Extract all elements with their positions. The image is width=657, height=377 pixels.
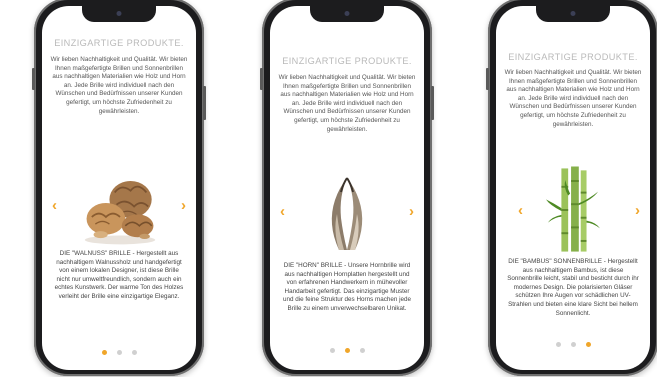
carousel-dot-2[interactable] xyxy=(570,342,576,347)
chevron-left-icon[interactable]: ‹ xyxy=(280,204,285,219)
camera-icon xyxy=(570,11,576,16)
horn-image xyxy=(331,177,363,250)
camera-icon xyxy=(344,11,350,16)
carousel-dot-1[interactable] xyxy=(555,342,561,347)
power-button xyxy=(203,86,206,120)
section-title: EINZIGARTIGE PRODUKTE. xyxy=(54,38,184,48)
phone-screen: EINZIGARTIGE PRODUKTE. Wir lieben Nachha… xyxy=(270,6,424,370)
chevron-left-icon[interactable]: ‹ xyxy=(52,198,57,213)
chevron-right-icon[interactable]: › xyxy=(181,198,186,213)
phone-mockup-horn: EINZIGARTIGE PRODUKTE. Wir lieben Nachha… xyxy=(260,0,434,376)
chevron-right-icon[interactable]: › xyxy=(635,203,640,218)
section-description: Wir lieben Nachhaltigkeit und Qualität. … xyxy=(504,69,642,128)
section-title: EINZIGARTIGE PRODUKTE. xyxy=(508,52,638,62)
phone-notch xyxy=(82,6,156,22)
carousel-dots xyxy=(42,342,196,360)
power-button xyxy=(431,86,434,120)
walnut-image xyxy=(84,180,156,245)
volume-button xyxy=(260,68,263,90)
chevron-right-icon[interactable]: › xyxy=(409,204,414,219)
carousel-dots xyxy=(496,334,650,352)
phone-screen: EINZIGARTIGE PRODUKTE. Wir lieben Nachha… xyxy=(496,6,650,370)
phone-mockup-walnuss: EINZIGARTIGE PRODUKTE. Wir lieben Nachha… xyxy=(32,0,206,376)
carousel-dot-3[interactable] xyxy=(359,348,365,353)
product-caption: DIE "WALNUSS" BRILLE - Hergestellt aus n… xyxy=(54,250,184,300)
carousel-dot-3[interactable] xyxy=(131,350,137,355)
product-caption: DIE "HORN" BRILLE - Unsere Hornbrille wi… xyxy=(282,262,412,312)
carousel-dot-2[interactable] xyxy=(116,350,122,355)
carousel-dot-2[interactable] xyxy=(344,348,350,353)
volume-button xyxy=(486,68,489,90)
section-description: Wir lieben Nachhaltigkeit und Qualität. … xyxy=(50,56,188,115)
camera-icon xyxy=(116,11,122,16)
carousel-dot-1[interactable] xyxy=(329,348,335,353)
phone-notch xyxy=(536,6,610,22)
bamboo-image xyxy=(545,166,601,252)
phone-notch xyxy=(310,6,384,22)
section-description: Wir lieben Nachhaltigkeit und Qualität. … xyxy=(278,74,416,133)
phone-mockup-bambus: EINZIGARTIGE PRODUKTE. Wir lieben Nachha… xyxy=(486,0,657,376)
product-caption: DIE "BAMBUS" SONNENBRILLE - Hergestellt … xyxy=(507,258,639,317)
chevron-left-icon[interactable]: ‹ xyxy=(518,203,523,218)
volume-button xyxy=(32,68,35,90)
carousel-dots xyxy=(270,340,424,358)
section-title: EINZIGARTIGE PRODUKTE. xyxy=(282,56,412,66)
carousel-dot-1[interactable] xyxy=(101,350,107,355)
phone-screen: EINZIGARTIGE PRODUKTE. Wir lieben Nachha… xyxy=(42,6,196,370)
carousel-dot-3[interactable] xyxy=(585,342,591,347)
